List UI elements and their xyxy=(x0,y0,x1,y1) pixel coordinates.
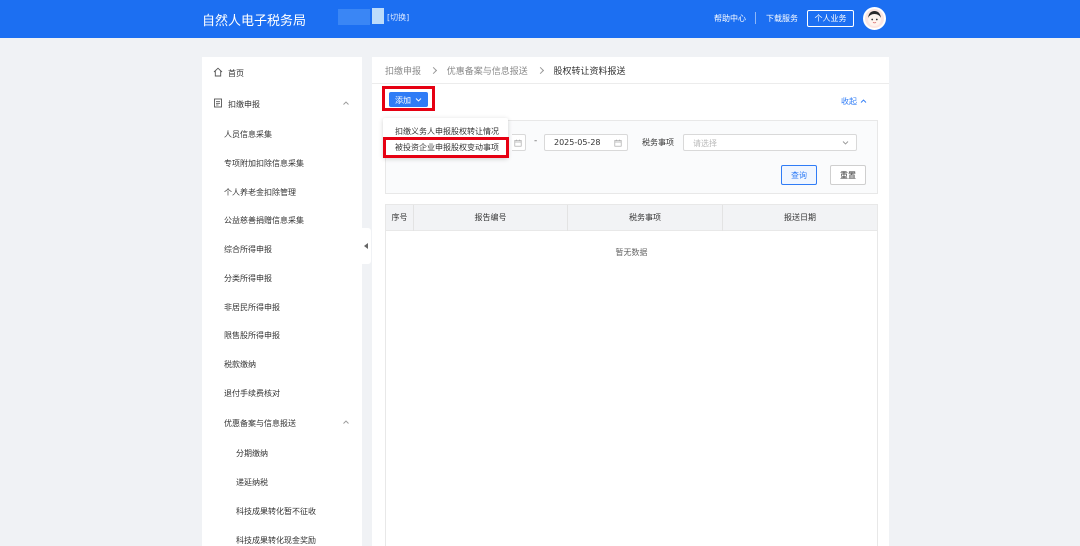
sidebar-collapse-toggle[interactable] xyxy=(362,228,371,264)
table-header: 序号 报告编号 税务事项 报送日期 xyxy=(386,205,877,231)
chevron-up-icon xyxy=(343,101,349,105)
add-button-label: 添加 xyxy=(395,96,411,105)
chevron-down-icon xyxy=(415,98,422,102)
sidebar-item-tech-cash-reward[interactable]: 科技成果转化现金奖励 xyxy=(202,529,362,546)
chevron-up-icon xyxy=(860,99,867,103)
sidebar-item-special-deduction[interactable]: 专项附加扣除信息采集 xyxy=(202,152,362,176)
breadcrumb-item-withholding[interactable]: 扣缴申报 xyxy=(385,64,421,77)
column-header-index: 序号 xyxy=(386,205,414,231)
calendar-icon xyxy=(514,139,522,147)
collapse-filter-link[interactable]: 收起 xyxy=(841,96,867,107)
avatar-face-icon xyxy=(868,11,881,26)
caret-left-icon xyxy=(364,243,368,249)
column-header-tax-matter: 税务事项 xyxy=(568,205,723,231)
sidebar-item-comprehensive-income[interactable]: 综合所得申报 xyxy=(202,238,362,262)
tax-matter-select[interactable]: 请选择 xyxy=(683,134,857,151)
query-button[interactable]: 查询 xyxy=(781,165,817,185)
sidebar-item-nonresident-income[interactable]: 非居民所得申报 xyxy=(202,296,362,320)
user-name-redacted xyxy=(338,9,370,25)
date-start-input[interactable] xyxy=(512,134,526,151)
empty-state-text: 暂无数据 xyxy=(615,248,648,257)
sidebar-item-classified-income[interactable]: 分类所得申报 xyxy=(202,267,362,291)
home-icon xyxy=(213,67,223,77)
main-panel: 扣缴申报 优惠备案与信息报送 股权转让资料报送 添加 收起 - 2025-05-… xyxy=(372,57,889,546)
sidebar-item-deferred-tax[interactable]: 递延纳税 xyxy=(202,471,362,495)
app-title: 自然人电子税务局 xyxy=(202,14,307,29)
personal-business-button[interactable]: 个人业务 xyxy=(807,10,854,27)
report-table: 序号 报告编号 税务事项 报送日期 暂无数据 xyxy=(385,204,878,546)
sidebar-item-home[interactable]: 首页 xyxy=(202,62,362,86)
tax-matter-placeholder: 请选择 xyxy=(693,139,717,148)
avatar[interactable] xyxy=(863,7,886,30)
chevron-up-icon xyxy=(343,420,349,424)
reset-button[interactable]: 重置 xyxy=(830,165,866,185)
sidebar-item-fee-refund[interactable]: 退付手续费核对 xyxy=(202,382,362,406)
sidebar-item-restricted-stock[interactable]: 限售股所得申报 xyxy=(202,324,362,348)
date-end-input[interactable]: 2025-05-28 xyxy=(544,134,628,151)
header-divider xyxy=(755,12,756,24)
breadcrumb-divider xyxy=(372,83,889,84)
sidebar-item-pension-deduction[interactable]: 个人养老金扣除管理 xyxy=(202,181,362,205)
top-header: 自然人电子税务局 [切换] 帮助中心 下载服务 个人业务 xyxy=(0,0,1080,38)
column-header-report-no: 报告编号 xyxy=(414,205,568,231)
sidebar-item-tax-payment[interactable]: 税款缴纳 xyxy=(202,353,362,377)
sidebar-item-personnel-info[interactable]: 人员信息采集 xyxy=(202,123,362,147)
sidebar-item-charity-donation[interactable]: 公益慈善捐赠信息采集 xyxy=(202,209,362,233)
user-badge xyxy=(372,8,384,24)
sidebar-item-installment[interactable]: 分期缴纳 xyxy=(202,442,362,466)
breadcrumb-item-preferential-filing[interactable]: 优惠备案与信息报送 xyxy=(447,64,528,77)
switch-link[interactable]: [切换] xyxy=(387,12,409,23)
sidebar: 首页 扣缴申报 人员信息采集 专项附加扣除信息采集 个人养老金扣除管理 公益慈善… xyxy=(202,57,362,546)
breadcrumb: 扣缴申报 优惠备案与信息报送 股权转让资料报送 xyxy=(385,64,626,78)
date-end-value: 2025-05-28 xyxy=(554,138,601,147)
sidebar-item-tech-exempt[interactable]: 科技成果转化暂不征收 xyxy=(202,500,362,524)
chevron-right-icon xyxy=(534,65,548,77)
breadcrumb-item-current: 股权转让资料报送 xyxy=(553,67,626,77)
sidebar-item-preferential-filing[interactable]: 优惠备案与信息报送 xyxy=(202,412,362,436)
dropdown-item-highlight xyxy=(383,137,509,158)
add-button[interactable]: 添加 xyxy=(389,92,428,107)
chevron-down-icon xyxy=(842,141,849,145)
tax-matter-label: 税务事项 xyxy=(642,138,674,147)
column-header-submit-date: 报送日期 xyxy=(784,213,816,222)
collapse-label: 收起 xyxy=(841,97,857,106)
download-service-link[interactable]: 下载服务 xyxy=(766,13,798,24)
help-center-link[interactable]: 帮助中心 xyxy=(714,13,746,24)
chevron-right-icon xyxy=(427,65,441,77)
document-icon xyxy=(214,98,222,108)
calendar-icon xyxy=(614,139,622,147)
sidebar-item-withholding[interactable]: 扣缴申报 xyxy=(202,93,362,117)
date-range-separator: - xyxy=(534,136,538,146)
dropdown-item-withholder-equity-transfer[interactable]: 扣缴义务人申报股权转让情况 xyxy=(395,126,499,137)
